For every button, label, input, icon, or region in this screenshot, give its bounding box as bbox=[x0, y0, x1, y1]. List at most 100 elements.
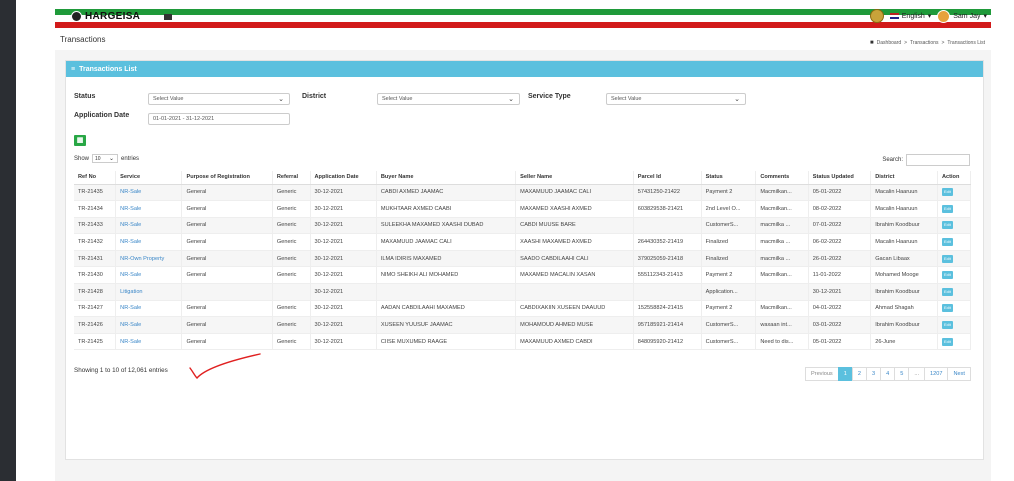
table-cell: 07-01-2022 bbox=[808, 217, 872, 235]
table-cell: 848095920-21412 bbox=[633, 333, 702, 351]
column-header[interactable]: Status Updated bbox=[808, 171, 872, 185]
table-cell: TR-21432 bbox=[74, 233, 117, 251]
pagination-page[interactable]: 1207 bbox=[924, 367, 949, 381]
table-cell: 06-02-2022 bbox=[808, 233, 872, 251]
user-name: Sam Jay bbox=[953, 12, 981, 20]
action-cell: Edit bbox=[937, 250, 972, 268]
table-cell: Generic bbox=[272, 250, 311, 268]
breadcrumb-transactions-list: Transactions List bbox=[947, 40, 985, 46]
table-cell: Generic bbox=[272, 184, 311, 202]
pagination-next[interactable]: Next bbox=[947, 367, 971, 381]
service-link[interactable]: NR-Own Property bbox=[115, 250, 183, 268]
column-header[interactable]: Comments bbox=[755, 171, 809, 185]
page-length-select[interactable]: 10 ⌄ bbox=[92, 154, 119, 163]
search-input[interactable] bbox=[906, 154, 970, 166]
pagination: Previous 1 2 3 4 5... 1207 Next bbox=[804, 367, 971, 381]
service-link[interactable]: NR-Sale bbox=[115, 266, 183, 285]
column-header[interactable]: Service bbox=[115, 171, 183, 185]
pagination-previous[interactable]: Previous bbox=[804, 367, 839, 381]
edit-button[interactable]: Edit bbox=[941, 287, 953, 296]
action-cell: Edit bbox=[937, 300, 972, 318]
language-selector[interactable]: English ▾ bbox=[889, 12, 931, 20]
column-header[interactable]: Purpose of Registration bbox=[181, 171, 273, 185]
column-header[interactable]: District bbox=[870, 171, 938, 185]
breadcrumb-transactions[interactable]: Transactions bbox=[910, 40, 938, 46]
application-date-input[interactable]: 01-01-2021 - 31-12-2021 bbox=[148, 113, 290, 125]
flag-green-stripe bbox=[55, 9, 991, 15]
table-cell: Payment 2 bbox=[701, 184, 757, 202]
table-cell: TR-21431 bbox=[74, 250, 117, 268]
card-header: ≡ Transactions List bbox=[66, 61, 983, 77]
edit-button[interactable]: Edit bbox=[941, 337, 953, 346]
column-header[interactable]: Parcel Id bbox=[633, 171, 702, 185]
status-select[interactable]: Select Value ⌄ bbox=[148, 93, 290, 105]
table-cell: General bbox=[181, 316, 273, 334]
edit-button[interactable]: Edit bbox=[941, 188, 953, 197]
district-select[interactable]: Select Value ⌄ bbox=[377, 93, 520, 105]
column-header[interactable]: Status bbox=[701, 171, 757, 185]
table-cell: TR-21434 bbox=[74, 200, 117, 218]
column-header[interactable]: Referral bbox=[272, 171, 311, 185]
table-cell: MAXAMUUD JAAMAC CALI bbox=[376, 233, 517, 251]
column-header[interactable]: Ref No bbox=[74, 171, 117, 185]
table-cell: SULEEKHA MAXAMED XAASHI DUBAD bbox=[376, 217, 517, 235]
logo[interactable]: HARGEISA bbox=[71, 10, 140, 22]
service-link[interactable]: NR-Sale bbox=[115, 217, 183, 235]
table-cell: 26-01-2022 bbox=[808, 250, 872, 268]
table-cell: Macalin Haaruun bbox=[870, 233, 938, 251]
service-type-label: Service Type bbox=[528, 93, 571, 100]
export-excel-button[interactable]: ▦ bbox=[74, 135, 86, 146]
pagination-page[interactable]: 4 bbox=[880, 367, 896, 381]
table-cell: MAXAMUUD JAAMAC CALI bbox=[515, 184, 634, 202]
table-cell: 30-12-2021 bbox=[310, 300, 377, 318]
table-cell: CABDIXAKIIN XUSEEN DAAUUD bbox=[515, 300, 634, 318]
table-cell: Finalized bbox=[701, 233, 757, 251]
home-icon: ■ bbox=[870, 40, 874, 46]
column-header[interactable]: Seller Name bbox=[515, 171, 634, 185]
edit-button[interactable]: Edit bbox=[941, 304, 953, 313]
table-row: TR-21434 NR-Sale General Generic 30-12-2021 M… bbox=[74, 200, 972, 218]
pagination-page[interactable]: 5 bbox=[894, 367, 910, 381]
table-cell: General bbox=[181, 266, 273, 285]
table-cell: General bbox=[181, 300, 273, 318]
status-label: Status bbox=[74, 93, 96, 100]
district-label: District bbox=[302, 93, 327, 100]
breadcrumb-dashboard[interactable]: Dashboard bbox=[877, 40, 901, 46]
action-cell: Edit bbox=[937, 266, 972, 285]
service-type-select[interactable]: Select Value ⌄ bbox=[606, 93, 746, 105]
service-link[interactable]: NR-Sale bbox=[115, 333, 183, 351]
service-link[interactable]: NR-Sale bbox=[115, 233, 183, 251]
pagination-ellipsis: ... bbox=[908, 367, 926, 381]
service-link[interactable]: NR-Sale bbox=[115, 200, 183, 218]
service-link[interactable]: NR-Sale bbox=[115, 316, 183, 334]
excel-icon: ▦ bbox=[76, 137, 84, 144]
table-cell: CABDI MUUSE BARE bbox=[515, 217, 634, 235]
edit-button[interactable]: Edit bbox=[941, 321, 953, 330]
table-cell: XAASHI MAXAMED AXMED bbox=[515, 233, 634, 251]
user-menu[interactable]: Sam Jay ▾ bbox=[937, 9, 987, 23]
table-cell: Application... bbox=[701, 283, 757, 301]
edit-button[interactable]: Edit bbox=[941, 254, 953, 263]
pagination-page[interactable]: 1 bbox=[837, 367, 853, 381]
left-sidebar-strip bbox=[0, 0, 16, 481]
table-cell: TR-21426 bbox=[74, 316, 117, 334]
hamburger-menu-icon[interactable] bbox=[164, 14, 172, 20]
column-header[interactable]: Buyer Name bbox=[376, 171, 517, 185]
card-title: Transactions List bbox=[79, 65, 137, 73]
show-label: Show bbox=[74, 155, 90, 162]
column-header[interactable]: Application Date bbox=[310, 171, 377, 185]
pagination-page[interactable]: 2 bbox=[851, 367, 867, 381]
filters-panel: Status Select Value ⌄ District Select Va… bbox=[66, 77, 983, 137]
service-link[interactable]: NR-Sale bbox=[115, 300, 183, 318]
pagination-page[interactable]: 3 bbox=[865, 367, 882, 381]
column-header[interactable]: Action bbox=[937, 171, 972, 185]
service-link[interactable]: NR-Sale bbox=[115, 184, 183, 202]
edit-button[interactable]: Edit bbox=[941, 238, 953, 247]
table-cell: 30-12-2021 bbox=[310, 333, 377, 351]
edit-button[interactable]: Edit bbox=[941, 204, 953, 213]
edit-button[interactable]: Edit bbox=[941, 271, 953, 280]
edit-button[interactable]: Edit bbox=[941, 221, 953, 230]
table-cell: 264430352-21419 bbox=[633, 233, 702, 251]
service-link[interactable]: Litigation bbox=[115, 283, 183, 301]
table-row: TR-21426 NR-Sale General Generic 30-12-2021 X… bbox=[74, 316, 972, 334]
